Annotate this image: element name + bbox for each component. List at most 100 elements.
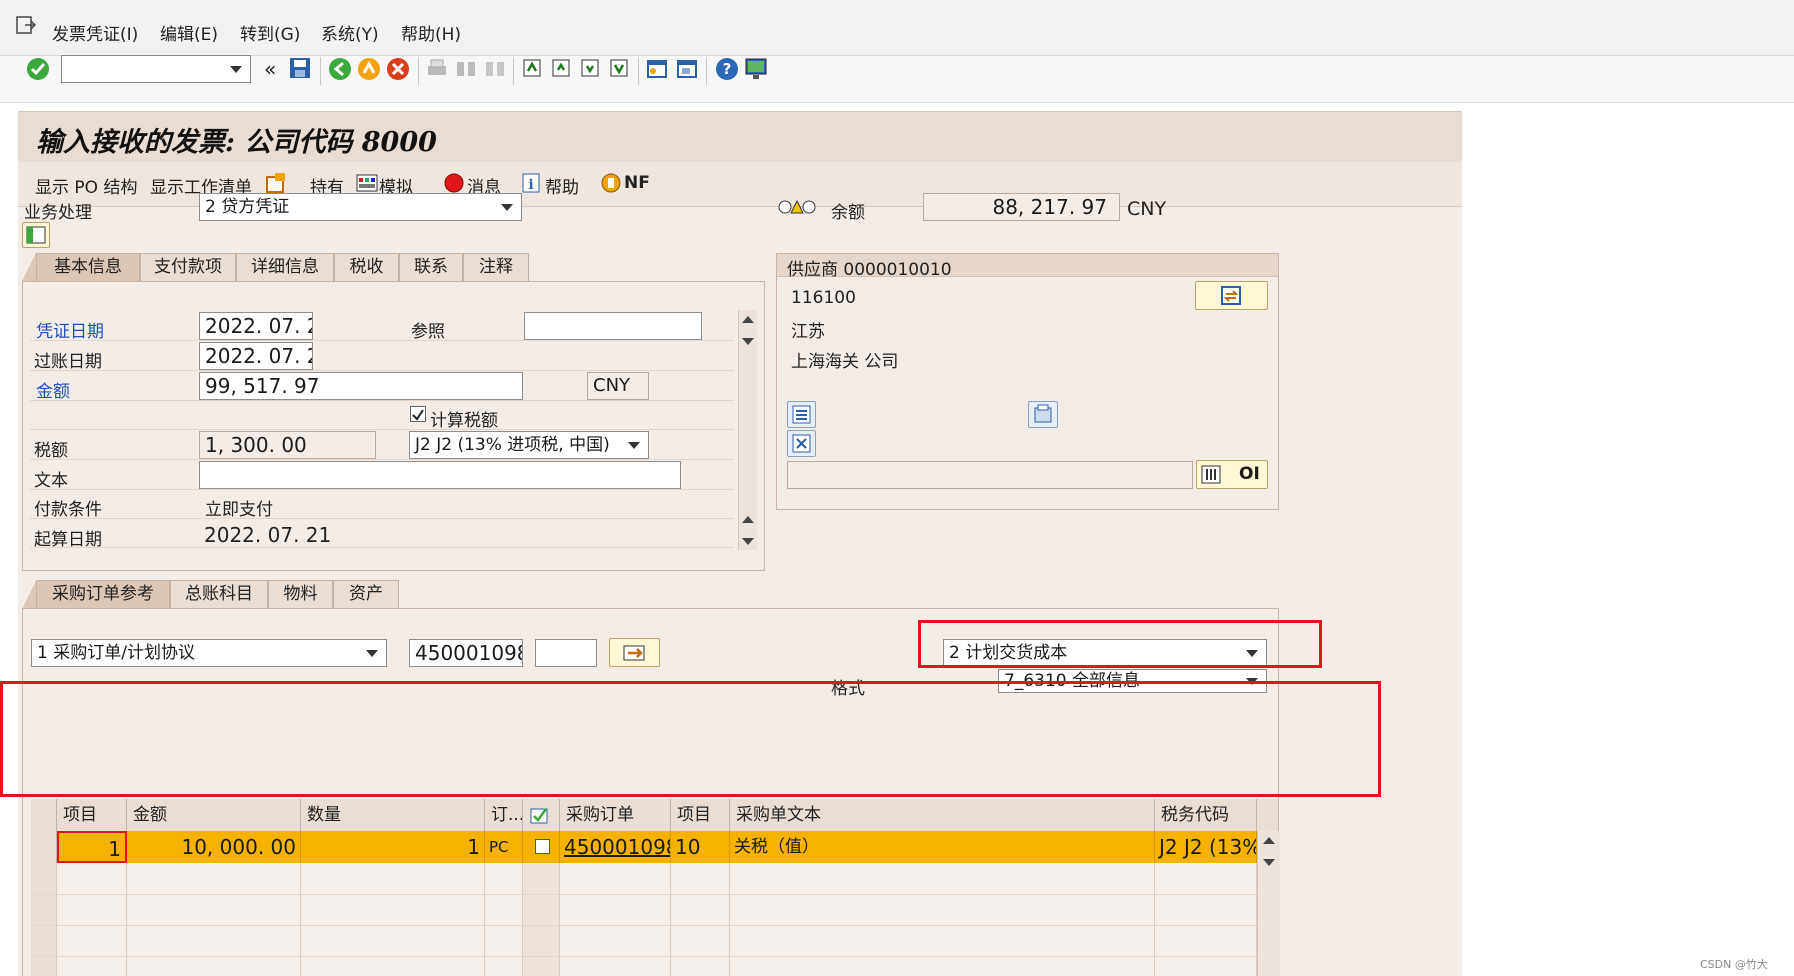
col-header-amount[interactable]: 金额 bbox=[127, 799, 301, 831]
help-icon[interactable]: ? bbox=[715, 57, 739, 81]
tab-tax[interactable]: 税收 bbox=[334, 253, 399, 281]
command-field[interactable] bbox=[61, 55, 251, 83]
tab-asset[interactable]: 资产 bbox=[333, 580, 399, 608]
open-items-button[interactable]: OI bbox=[1196, 460, 1268, 489]
menu-invoice-doc[interactable]: 发票凭证(I) bbox=[52, 20, 138, 45]
open-items-label: OI bbox=[1239, 464, 1260, 484]
po-transfer-button[interactable] bbox=[609, 638, 660, 667]
doc-date-field[interactable]: 2022. 07. 21 bbox=[199, 312, 313, 340]
vendor-line-1: 116100 bbox=[791, 288, 856, 308]
first-page-icon[interactable] bbox=[521, 57, 543, 79]
exit-yellow-icon[interactable] bbox=[357, 57, 381, 81]
reference-field[interactable] bbox=[524, 312, 702, 340]
info-icon[interactable]: i bbox=[522, 173, 540, 193]
vendor-bank-field bbox=[787, 461, 1193, 489]
business-process-select[interactable]: 2 贷方凭证 bbox=[199, 193, 522, 221]
tab-details[interactable]: 详细信息 bbox=[236, 253, 334, 281]
back-icon[interactable] bbox=[328, 57, 352, 81]
tab-contact[interactable]: 联系 bbox=[399, 253, 463, 281]
vendor-detail-button[interactable] bbox=[787, 401, 816, 428]
menu-system[interactable]: 系统(Y) bbox=[321, 20, 379, 45]
basic-info-scrollbar[interactable] bbox=[738, 310, 757, 550]
tab-basic-info[interactable]: 基本信息 bbox=[36, 253, 140, 281]
nf-button[interactable]: NF bbox=[624, 173, 650, 193]
save-icon[interactable] bbox=[289, 57, 311, 79]
col-header-tax-code[interactable]: 税务代码 bbox=[1155, 799, 1257, 831]
select-check-icon bbox=[530, 808, 548, 824]
col-header-item[interactable]: 项目 bbox=[57, 799, 127, 831]
grid-scrollbar[interactable] bbox=[1257, 831, 1280, 976]
menu-goto[interactable]: 转到(G) bbox=[240, 20, 300, 45]
grid-column bbox=[301, 863, 485, 976]
shortcut-icon[interactable] bbox=[676, 57, 698, 79]
cancel-icon[interactable] bbox=[386, 57, 410, 81]
tab-po-reference[interactable]: 采购订单参考 bbox=[36, 580, 170, 608]
prev-page-icon[interactable] bbox=[550, 57, 572, 79]
exit-icon[interactable] bbox=[16, 16, 37, 34]
row-divider bbox=[30, 429, 734, 430]
cell-tax-code[interactable]: J2 J2 (13% bbox=[1155, 831, 1257, 863]
scroll-up-icon[interactable] bbox=[1263, 837, 1275, 844]
layout-settings-icon[interactable] bbox=[744, 57, 768, 81]
col-header-quantity[interactable]: 数量 bbox=[301, 799, 485, 831]
scroll-down-icon[interactable] bbox=[742, 338, 754, 345]
cell-order-unit[interactable]: PC bbox=[485, 831, 523, 863]
vendor-delete-button[interactable] bbox=[787, 430, 816, 457]
post-date-label: 过账日期 bbox=[34, 352, 102, 372]
scroll-up-icon[interactable] bbox=[742, 316, 754, 323]
cell-item[interactable]: 1 bbox=[57, 831, 127, 863]
col-header-select[interactable] bbox=[523, 799, 560, 831]
balance-currency: CNY bbox=[1127, 198, 1167, 220]
grid-settings-corner[interactable] bbox=[1257, 799, 1279, 831]
row-selector-column bbox=[31, 863, 57, 976]
text-field[interactable] bbox=[199, 461, 681, 489]
enter-icon[interactable] bbox=[26, 57, 50, 81]
show-po-structure-button[interactable]: 显示 PO 结构 bbox=[35, 173, 137, 198]
col-header-po-text[interactable]: 采购单文本 bbox=[730, 799, 1155, 831]
cell-po-number[interactable]: 4500010981 bbox=[560, 831, 671, 863]
row-checkbox[interactable] bbox=[535, 839, 550, 854]
amount-field[interactable]: 99, 517. 97 bbox=[199, 372, 523, 400]
cell-po-item[interactable]: 10 bbox=[671, 831, 730, 863]
last-page-icon[interactable] bbox=[608, 57, 630, 79]
tab-payment[interactable]: 支付款项 bbox=[140, 253, 236, 281]
cell-amount[interactable]: 10, 000. 00 bbox=[127, 831, 301, 863]
col-header-po-item[interactable]: 项目 bbox=[671, 799, 730, 831]
tab-notes[interactable]: 注释 bbox=[463, 253, 529, 281]
scroll-down-icon[interactable] bbox=[1263, 859, 1275, 866]
row-selector[interactable] bbox=[31, 831, 57, 863]
title-bar: 输入接收的发票: 公司代码 8000 bbox=[18, 111, 1462, 163]
simulate-icon[interactable] bbox=[356, 173, 378, 193]
collapse-icon[interactable]: « bbox=[264, 57, 276, 81]
new-session-icon[interactable] bbox=[646, 57, 668, 79]
tab-strip-edge bbox=[22, 253, 36, 281]
col-header-po[interactable]: 采购订单 bbox=[560, 799, 671, 831]
messages-icon[interactable] bbox=[444, 173, 464, 193]
vendor-switch-button[interactable] bbox=[1195, 281, 1268, 310]
po-type-select[interactable]: 1 采购订单/计划协议 bbox=[31, 639, 387, 667]
tab-material[interactable]: 物料 bbox=[268, 580, 333, 608]
balance-field: 88, 217. 97 bbox=[923, 193, 1120, 221]
po-number-field[interactable]: 4500010981 bbox=[409, 639, 523, 667]
menu-edit[interactable]: 编辑(E) bbox=[160, 20, 218, 45]
po-item-field[interactable] bbox=[535, 639, 597, 667]
tree-icon bbox=[26, 226, 46, 244]
menu-help[interactable]: 帮助(H) bbox=[401, 20, 461, 45]
nf-icon[interactable] bbox=[600, 172, 622, 194]
tree-toggle-button[interactable] bbox=[22, 222, 50, 248]
cell-select[interactable] bbox=[523, 831, 560, 863]
vendor-calc-button[interactable] bbox=[1028, 401, 1058, 428]
tab-gl-account[interactable]: 总账科目 bbox=[170, 580, 268, 608]
cell-po-text[interactable]: 关税（值） bbox=[730, 831, 1155, 863]
grid-select-all[interactable] bbox=[31, 799, 57, 831]
worklist-icon[interactable] bbox=[265, 172, 287, 194]
help-button[interactable]: 帮助 bbox=[545, 173, 579, 198]
scroll-up-icon[interactable] bbox=[742, 516, 754, 523]
next-page-icon[interactable] bbox=[579, 57, 601, 79]
scroll-down-icon[interactable] bbox=[742, 538, 754, 545]
tax-code-select[interactable]: J2 J2 (13% 进项税, 中国) bbox=[409, 431, 649, 459]
post-date-field[interactable]: 2022. 07. 21 bbox=[199, 342, 313, 370]
cell-quantity[interactable]: 1 bbox=[301, 831, 485, 863]
col-header-order-unit[interactable]: 订... bbox=[485, 799, 523, 831]
calc-tax-checkbox[interactable] bbox=[410, 406, 426, 422]
